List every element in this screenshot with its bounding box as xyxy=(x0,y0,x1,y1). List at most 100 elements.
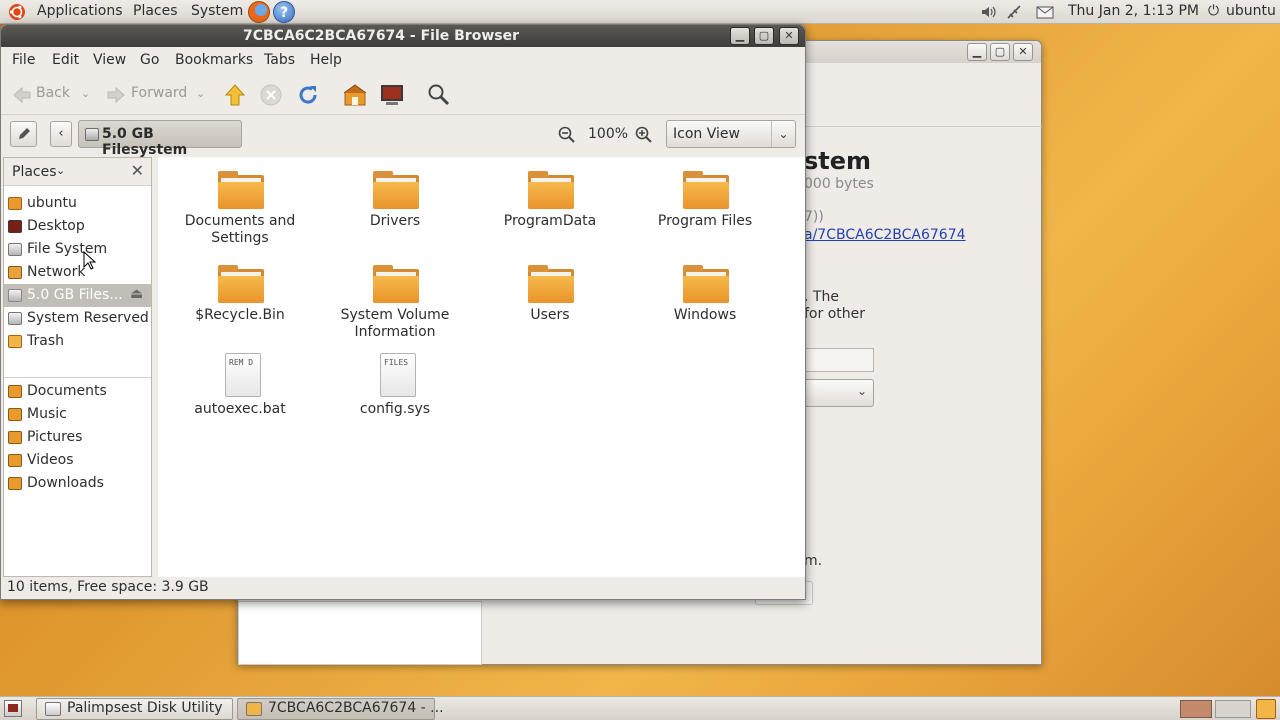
search-icon[interactable] xyxy=(427,83,451,107)
sidebar-item-music[interactable]: Music xyxy=(4,403,151,426)
file-item-folder[interactable]: ProgramData xyxy=(473,157,627,237)
sidebar: Places ⌄ ✕ ubuntu Desktop File System Ne… xyxy=(3,157,152,577)
file-item-autoexec[interactable]: REM D autoexec.bat xyxy=(163,345,317,425)
zoom-level[interactable]: 100% xyxy=(588,126,628,142)
user-menu[interactable]: ubuntu xyxy=(1226,3,1276,19)
file-item-folder[interactable]: Drivers xyxy=(318,157,472,237)
file-view[interactable]: Documents and Settings Drivers ProgramDa… xyxy=(158,157,805,577)
back-arrow-icon[interactable] xyxy=(11,84,33,106)
drive-icon xyxy=(8,289,22,302)
file-browser-window[interactable]: 7CBCA6C2BCA67674 - File Browser ▁ ▢ ✕ Fi… xyxy=(0,24,806,600)
bottom-panel: Palimpsest Disk Utility 7CBCA6C2BCA67674… xyxy=(0,696,1280,720)
help-icon[interactable]: ? xyxy=(273,1,295,23)
file-name: System Volume Information xyxy=(340,307,450,340)
view-mode-select[interactable]: Icon View ⌄ xyxy=(666,120,796,148)
sidebar-item-ubuntu[interactable]: ubuntu xyxy=(4,192,151,215)
reload-icon[interactable] xyxy=(296,83,320,107)
workspace-2[interactable] xyxy=(1215,700,1251,718)
menu-tabs[interactable]: Tabs xyxy=(264,52,295,68)
menu-view[interactable]: View xyxy=(93,52,126,68)
applications-menu[interactable]: Applications xyxy=(37,3,123,19)
menu-edit[interactable]: Edit xyxy=(52,52,79,68)
sidebar-item-network[interactable]: Network xyxy=(4,261,151,284)
show-desktop-icon[interactable] xyxy=(4,700,22,717)
path-button-filesystem[interactable]: 5.0 GB Filesystem xyxy=(78,120,242,158)
folder-icon xyxy=(683,265,729,303)
sidebar-item-downloads[interactable]: Downloads xyxy=(4,472,151,495)
sidebar-mode-select[interactable]: Places xyxy=(12,164,57,180)
label-field[interactable] xyxy=(804,348,874,372)
menu-file[interactable]: File xyxy=(12,52,35,68)
sidebar-divider xyxy=(4,377,151,378)
back-history-chevron-icon[interactable]: ⌄ xyxy=(81,87,90,100)
firefox-icon[interactable] xyxy=(248,1,270,23)
minimize-icon[interactable]: ▁ xyxy=(967,43,987,61)
volume-heading: stem xyxy=(804,147,872,175)
power-icon: ⏻ xyxy=(1208,3,1220,19)
sidebar-item-file-system[interactable]: File System xyxy=(4,238,151,261)
system-menu[interactable]: System xyxy=(191,3,243,19)
file-item-config[interactable]: FILES config.sys xyxy=(318,345,472,425)
sidebar-item-desktop[interactable]: Desktop xyxy=(4,215,151,238)
eject-icon[interactable]: ⏏ xyxy=(130,286,143,302)
trash-icon[interactable] xyxy=(1256,699,1276,719)
file-item-folder[interactable]: Users xyxy=(473,251,627,331)
forward-history-chevron-icon[interactable]: ⌄ xyxy=(196,87,205,100)
forward-arrow-icon[interactable] xyxy=(105,84,127,106)
mount-link[interactable]: a/7CBCA6C2BCA67674 xyxy=(804,227,966,243)
close-sidebar-icon[interactable]: ✕ xyxy=(131,161,144,180)
file-browser-titlebar[interactable]: 7CBCA6C2BCA67674 - File Browser ▁ ▢ ✕ xyxy=(1,25,805,47)
zoom-out-icon[interactable] xyxy=(557,125,577,145)
sidebar-item-system-reserved[interactable]: System Reserved xyxy=(4,307,151,330)
workspace-1[interactable] xyxy=(1180,700,1212,718)
file-item-folder[interactable]: Windows xyxy=(628,251,782,331)
music-folder-icon xyxy=(8,408,22,421)
disk-utility-toolbar xyxy=(806,105,1042,127)
menu-go[interactable]: Go xyxy=(140,52,159,68)
sidebar-item-pictures[interactable]: Pictures xyxy=(4,426,151,449)
forward-button[interactable]: Forward xyxy=(131,85,187,101)
taskbar-item-file-browser[interactable]: 7CBCA6C2BCA67674 - ... xyxy=(237,698,444,720)
desktop-icon xyxy=(8,220,22,233)
home-icon[interactable] xyxy=(343,83,367,107)
volume-icon[interactable] xyxy=(980,4,996,20)
network-icon[interactable] xyxy=(1006,4,1022,20)
ubuntu-logo-icon[interactable] xyxy=(8,3,26,21)
type-combo[interactable]: ⌄ xyxy=(804,379,874,407)
sidebar-item-label: System Reserved xyxy=(27,310,149,326)
window-title: 7CBCA6C2BCA67674 - File Browser xyxy=(243,28,519,44)
zoom-in-icon[interactable] xyxy=(634,125,654,145)
close-icon[interactable]: ✕ xyxy=(779,27,799,45)
mail-icon[interactable] xyxy=(1036,4,1054,20)
computer-icon[interactable] xyxy=(380,83,404,107)
places-menu[interactable]: Places xyxy=(133,3,178,19)
sidebar-item-videos[interactable]: Videos xyxy=(4,449,151,472)
maximize-icon[interactable]: ▢ xyxy=(990,43,1010,61)
stop-icon[interactable] xyxy=(259,83,283,107)
close-icon[interactable]: ✕ xyxy=(1013,43,1033,61)
file-item-folder[interactable]: Documents and Settings xyxy=(163,157,317,246)
chevron-down-icon: ⌄ xyxy=(856,384,867,398)
taskbar-item-disk-utility[interactable]: Palimpsest Disk Utility xyxy=(36,698,233,720)
edit-location-button[interactable] xyxy=(10,121,37,147)
sidebar-item-trash[interactable]: Trash xyxy=(4,330,151,353)
sidebar-item-label: 5.0 GB Files... xyxy=(27,287,123,303)
folder-icon xyxy=(218,265,264,303)
volume-note: m. xyxy=(804,553,823,569)
maximize-icon[interactable]: ▢ xyxy=(754,27,774,45)
menu-bookmarks[interactable]: Bookmarks xyxy=(175,52,253,68)
clock[interactable]: Thu Jan 2, 1:13 PM xyxy=(1068,3,1199,19)
file-item-folder[interactable]: Program Files xyxy=(628,157,782,237)
up-arrow-icon[interactable] xyxy=(223,83,247,107)
file-item-folder[interactable]: $Recycle.Bin xyxy=(163,251,317,331)
menu-help[interactable]: Help xyxy=(310,52,342,68)
minimize-icon[interactable]: ▁ xyxy=(730,27,750,45)
file-item-folder[interactable]: System Volume Information xyxy=(318,251,472,340)
back-button[interactable]: Back xyxy=(36,85,70,101)
sidebar-item-documents[interactable]: Documents xyxy=(4,380,151,403)
sidebar-item-5gb-filesystem[interactable]: 5.0 GB Files... ⏏ xyxy=(4,284,151,307)
chevron-down-icon[interactable]: ⌄ xyxy=(56,164,65,177)
file-name: ProgramData xyxy=(503,213,597,229)
path-left-chevron-icon[interactable]: ‹ xyxy=(50,121,72,147)
videos-folder-icon xyxy=(8,454,22,467)
